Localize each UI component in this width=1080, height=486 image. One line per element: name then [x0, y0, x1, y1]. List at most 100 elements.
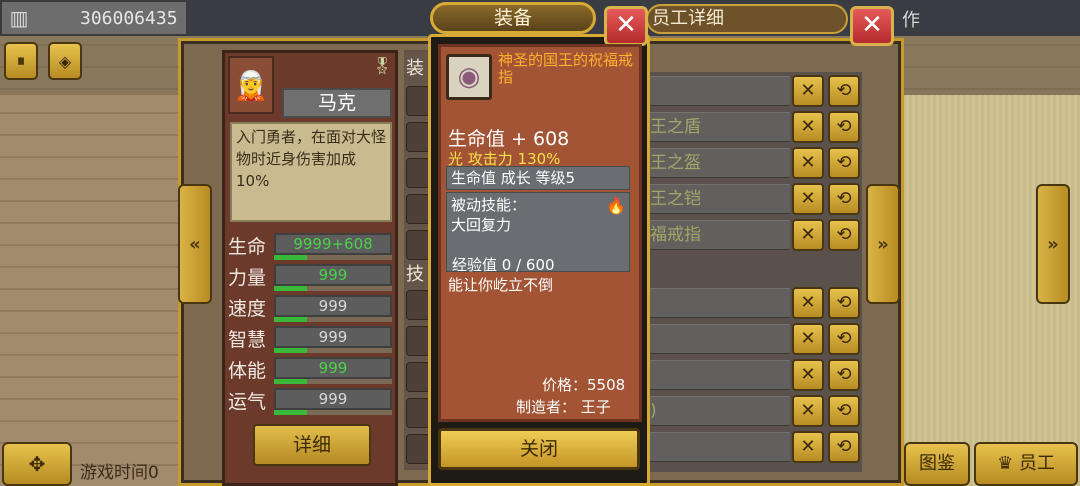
unequip-button[interactable]: ✕ [792, 219, 824, 251]
tab-equipment[interactable]: 装备 [430, 2, 596, 34]
unequip-button[interactable]: ✕ [792, 359, 824, 391]
slot-icon[interactable] [406, 326, 430, 356]
unequip-button[interactable]: ✕ [792, 111, 824, 143]
stat-row: 体能 999 [228, 356, 398, 386]
stat-progress-fill [274, 379, 308, 384]
x-icon: ✕ [800, 188, 816, 209]
swap-button[interactable]: ⟲ [828, 431, 860, 463]
dpad-button[interactable]: ✥ [2, 442, 72, 486]
prev-staff-button[interactable]: « [178, 184, 212, 304]
stat-label: 生命 [228, 236, 267, 258]
unequip-button[interactable]: ✕ [792, 323, 824, 355]
stat-progress-fill [274, 317, 308, 322]
pause-icon: ⏸ [16, 51, 25, 70]
unequip-button[interactable]: ✕ [792, 183, 824, 215]
swap-icon: ⟲ [836, 328, 852, 349]
item-flavor-text: 能让你屹立不倒 [448, 276, 554, 294]
swap-button[interactable]: ⟲ [828, 75, 860, 107]
equipment-row[interactable] [640, 288, 790, 318]
equipment-row[interactable]: 王之铠 [640, 184, 790, 214]
fire-icon: 🔥 [606, 196, 626, 215]
passive-skill-name: 大回复力 [451, 216, 512, 234]
swap-icon: ⟲ [836, 152, 852, 173]
staff-icon: ♛ [997, 453, 1014, 474]
swap-button[interactable]: ⟲ [828, 359, 860, 391]
gold-value: 306006435 [80, 7, 178, 29]
staff-label: 员工 [1018, 453, 1055, 474]
stat-progress-fill [274, 348, 308, 353]
slot-icon[interactable] [406, 362, 430, 392]
item-maker: 制造者： 王子 [516, 398, 611, 416]
arrow-left-icon: « [189, 233, 201, 255]
swap-icon: ⟲ [836, 292, 852, 313]
next-page-button[interactable]: » [1036, 184, 1070, 304]
slot-icon[interactable] [406, 398, 430, 428]
arrow-right-icon: » [877, 233, 889, 255]
slot-icon[interactable] [406, 230, 430, 260]
character-name: 马克 [282, 88, 392, 118]
equipment-row[interactable] [640, 76, 790, 106]
unequip-button[interactable]: ✕ [792, 75, 824, 107]
pause-button[interactable]: ⏸ [4, 42, 38, 80]
stat-progress [274, 286, 392, 291]
stat-label: 运气 [228, 391, 267, 413]
stat-progress [274, 317, 392, 322]
close-equipment-button[interactable]: ✕ [604, 6, 648, 46]
swap-button[interactable]: ⟲ [828, 183, 860, 215]
x-icon: ✕ [800, 328, 816, 349]
building-icon: ▥ [9, 6, 29, 30]
detail-button[interactable]: 详细 [253, 424, 371, 466]
slot-icon[interactable] [406, 434, 430, 464]
equipment-row[interactable]: 王之盔 [640, 148, 790, 178]
swap-button[interactable]: ⟲ [828, 395, 860, 427]
x-icon: ✕ [800, 436, 816, 457]
stat-row: 运气 999 [228, 387, 398, 417]
slot-icon[interactable] [406, 86, 430, 116]
slot-icon[interactable] [406, 122, 430, 152]
stat-row: 力量 999 [228, 263, 398, 293]
encyclopedia-button[interactable]: 图鉴 [904, 442, 970, 486]
hero-icon: 🧝 [233, 68, 269, 102]
swap-button[interactable]: ⟲ [828, 287, 860, 319]
equipment-slot-strip: 装 技 [404, 50, 430, 470]
swap-button[interactable]: ⟲ [828, 219, 860, 251]
staff-button[interactable]: ♛ 员工 [974, 442, 1078, 486]
close-icon: ✕ [615, 10, 637, 40]
swap-button[interactable]: ⟲ [828, 147, 860, 179]
slot-icon[interactable] [406, 158, 430, 188]
stat-value: 999 [274, 326, 392, 348]
equipment-row[interactable] [640, 360, 790, 390]
stat-progress [274, 348, 392, 353]
swap-button[interactable]: ⟲ [828, 323, 860, 355]
stat-row: 生命 9999+608 [228, 232, 398, 262]
close-button[interactable]: 关闭 [438, 428, 640, 470]
close-staff-detail-button[interactable]: ✕ [850, 6, 894, 46]
stat-progress [274, 255, 392, 260]
swap-icon: ⟲ [836, 436, 852, 457]
equipment-row[interactable] [640, 324, 790, 354]
unequip-button[interactable]: ✕ [792, 431, 824, 463]
stat-row: 速度 999 [228, 294, 398, 324]
equipment-row[interactable] [640, 432, 790, 462]
equipment-row[interactable]: 王之盾 [640, 112, 790, 142]
unequip-button[interactable]: ✕ [792, 287, 824, 319]
stat-value: 999 [274, 295, 392, 317]
gems-button[interactable]: ◈ [48, 42, 82, 80]
skill-section-label: 技 [406, 264, 424, 285]
swap-button[interactable]: ⟲ [828, 111, 860, 143]
swap-icon: ⟲ [836, 188, 852, 209]
passive-skill-label: 被动技能： [451, 196, 527, 214]
hp-bonus: 生命值 + 608 [448, 128, 570, 150]
staff-detail-title: 员工详细 [646, 4, 848, 34]
next-staff-button[interactable]: » [866, 184, 900, 304]
equipment-row[interactable]: ) [640, 396, 790, 426]
swap-icon: ⟲ [836, 364, 852, 385]
close-icon: ✕ [861, 10, 883, 40]
equipment-row[interactable]: 福戒指 [640, 220, 790, 250]
swap-icon: ⟲ [836, 80, 852, 101]
slot-icon[interactable] [406, 194, 430, 224]
hero-portrait: 🧝 [228, 56, 274, 114]
slot-icon[interactable] [406, 290, 430, 320]
unequip-button[interactable]: ✕ [792, 395, 824, 427]
unequip-button[interactable]: ✕ [792, 147, 824, 179]
